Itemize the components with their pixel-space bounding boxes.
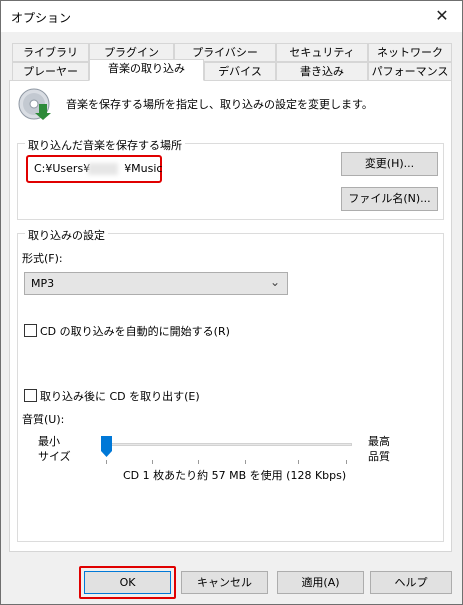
chevron-down-icon: ⌄	[269, 275, 280, 289]
format-select[interactable]: MP3 ⌄	[24, 272, 288, 295]
help-button[interactable]: ヘルプ	[370, 571, 452, 594]
quality-min-label-2: サイズ	[38, 450, 71, 463]
title-bar: オプション ✕	[1, 1, 462, 32]
quality-slider[interactable]	[101, 443, 352, 446]
filename-button[interactable]: ファイル名(N)...	[341, 187, 438, 211]
format-value: MP3	[31, 277, 55, 290]
slider-tick	[298, 460, 299, 464]
auto-rip-checkbox[interactable]	[24, 324, 37, 337]
slider-tick	[198, 460, 199, 464]
save-path-suffix: ¥Music	[124, 162, 163, 175]
slider-tick	[152, 460, 153, 464]
tab-devices[interactable]: デバイス	[204, 62, 276, 81]
location-group-label: 取り込んだ音楽を保存する場所	[25, 137, 185, 153]
tab-burn[interactable]: 書き込み	[276, 62, 368, 81]
slider-tick	[346, 460, 347, 464]
eject-label[interactable]: 取り込み後に CD を取り出す(E)	[40, 388, 200, 404]
tab-rip-music[interactable]: 音楽の取り込み	[89, 59, 204, 81]
slider-tick	[245, 460, 246, 464]
quality-label: 音質(U):	[22, 413, 65, 426]
tab-performance[interactable]: パフォーマンス	[368, 62, 452, 81]
quality-slider-thumb[interactable]	[101, 436, 112, 458]
slider-tick	[106, 460, 107, 464]
change-location-button[interactable]: 変更(H)...	[341, 152, 438, 176]
tab-library[interactable]: ライブラリ	[12, 43, 89, 62]
page-description: 音楽を保存する場所を指定し、取り込みの設定を変更します。	[66, 98, 373, 111]
ok-button[interactable]: OK	[84, 571, 171, 594]
close-icon[interactable]: ✕	[429, 5, 455, 27]
rip-settings-label: 取り込みの設定	[25, 227, 108, 243]
cancel-button[interactable]: キャンセル	[181, 571, 268, 594]
quality-max-label-2: 品質	[368, 450, 390, 463]
auto-rip-label[interactable]: CD の取り込みを自動的に開始する(R)	[40, 323, 230, 339]
redacted-username	[88, 163, 118, 175]
quality-min-label-1: 最小	[38, 435, 60, 448]
format-label: 形式(F):	[22, 252, 63, 265]
save-path-prefix: C:¥Users¥	[34, 162, 91, 175]
apply-button[interactable]: 適用(A)	[277, 571, 364, 594]
tab-row-1: ライブラリ プラグイン プライバシー セキュリティ ネットワーク	[12, 43, 452, 62]
tab-player[interactable]: プレーヤー	[12, 62, 89, 81]
tab-network[interactable]: ネットワーク	[368, 43, 452, 62]
quality-max-label-1: 最高	[368, 435, 390, 448]
window-title: オプション	[11, 11, 72, 25]
quality-info: CD 1 枚あたり約 57 MB を使用 (128 Kbps)	[123, 469, 347, 482]
cd-rip-icon	[18, 88, 51, 120]
tab-row-2: プレーヤー 音楽の取り込み デバイス 書き込み パフォーマンス	[12, 59, 452, 81]
eject-checkbox[interactable]	[24, 389, 37, 402]
tab-security[interactable]: セキュリティ	[276, 43, 368, 62]
